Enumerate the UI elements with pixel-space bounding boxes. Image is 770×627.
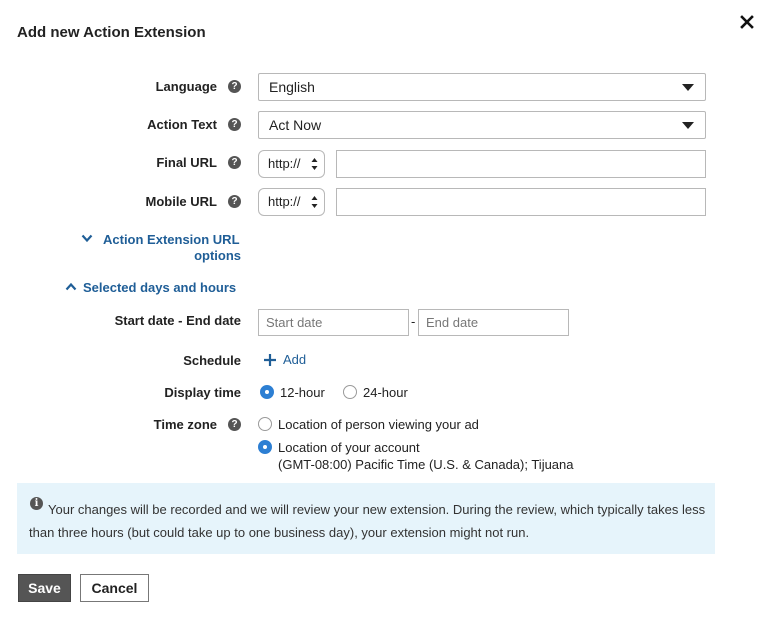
mobile-url-input[interactable] — [336, 188, 706, 216]
radio-24-hour-label[interactable]: 24-hour — [363, 385, 408, 400]
add-schedule-label: Add — [283, 352, 307, 367]
mobile-url-protocol-value: http:// — [268, 194, 301, 209]
final-url-protocol-value: http:// — [268, 156, 301, 171]
display-time-label: Display time — [164, 385, 241, 400]
radio-account-location-label[interactable]: Location of your account — [278, 440, 420, 455]
action-text-selected-value: Act Now — [269, 117, 322, 133]
final-url-label: Final URL — [156, 155, 217, 170]
end-date-input[interactable] — [418, 309, 569, 336]
url-options-link-line2[interactable]: options — [194, 248, 241, 263]
account-timezone-detail: (GMT-08:00) Pacific Time (U.S. & Canada)… — [278, 457, 574, 472]
review-notice-text: Your changes will be recorded and we wil… — [29, 502, 706, 540]
updown-arrows-icon — [311, 158, 318, 170]
close-icon[interactable] — [738, 13, 756, 31]
updown-arrows-icon — [311, 196, 318, 208]
dropdown-caret-icon — [682, 122, 694, 129]
final-url-input[interactable] — [336, 150, 706, 178]
date-separator: - — [411, 314, 416, 329]
help-icon[interactable]: ? — [228, 195, 241, 208]
schedule-label: Schedule — [183, 353, 241, 368]
radio-12-hour-label[interactable]: 12-hour — [280, 385, 325, 400]
action-text-select[interactable]: Act Now — [258, 111, 706, 139]
language-selected-value: English — [269, 79, 315, 95]
start-date-input[interactable] — [258, 309, 409, 336]
days-hours-link[interactable]: Selected days and hours — [83, 280, 236, 295]
radio-account-location[interactable] — [258, 440, 272, 454]
help-icon[interactable]: ? — [228, 118, 241, 131]
mobile-url-label: Mobile URL — [145, 194, 218, 209]
help-icon[interactable]: ? — [228, 156, 241, 169]
language-label: Language — [155, 79, 217, 94]
mobile-url-protocol-select[interactable]: http:// — [258, 188, 325, 216]
language-select[interactable]: English — [258, 73, 706, 101]
radio-viewer-location[interactable] — [258, 417, 272, 431]
radio-12-hour[interactable] — [260, 385, 274, 399]
chevron-up-icon — [65, 282, 77, 291]
help-icon[interactable]: ? — [228, 80, 241, 93]
dropdown-caret-icon — [682, 84, 694, 91]
time-zone-label: Time zone — [153, 417, 217, 432]
chevron-down-icon — [81, 234, 93, 243]
url-options-link-line1[interactable]: Action Extension URL — [103, 232, 240, 247]
cancel-button[interactable]: Cancel — [80, 574, 149, 602]
review-notice: i Your changes will be recorded and we w… — [17, 483, 715, 554]
final-url-protocol-select[interactable]: http:// — [258, 150, 325, 178]
add-schedule-button[interactable]: Add — [263, 352, 306, 367]
dialog-title: Add new Action Extension — [17, 24, 206, 41]
save-button[interactable]: Save — [18, 574, 71, 602]
radio-24-hour[interactable] — [343, 385, 357, 399]
plus-icon — [264, 353, 276, 366]
action-text-label: Action Text — [147, 117, 217, 132]
help-icon[interactable]: ? — [228, 418, 241, 431]
date-range-label: Start date - End date — [114, 313, 241, 328]
radio-viewer-location-label[interactable]: Location of person viewing your ad — [278, 417, 479, 432]
